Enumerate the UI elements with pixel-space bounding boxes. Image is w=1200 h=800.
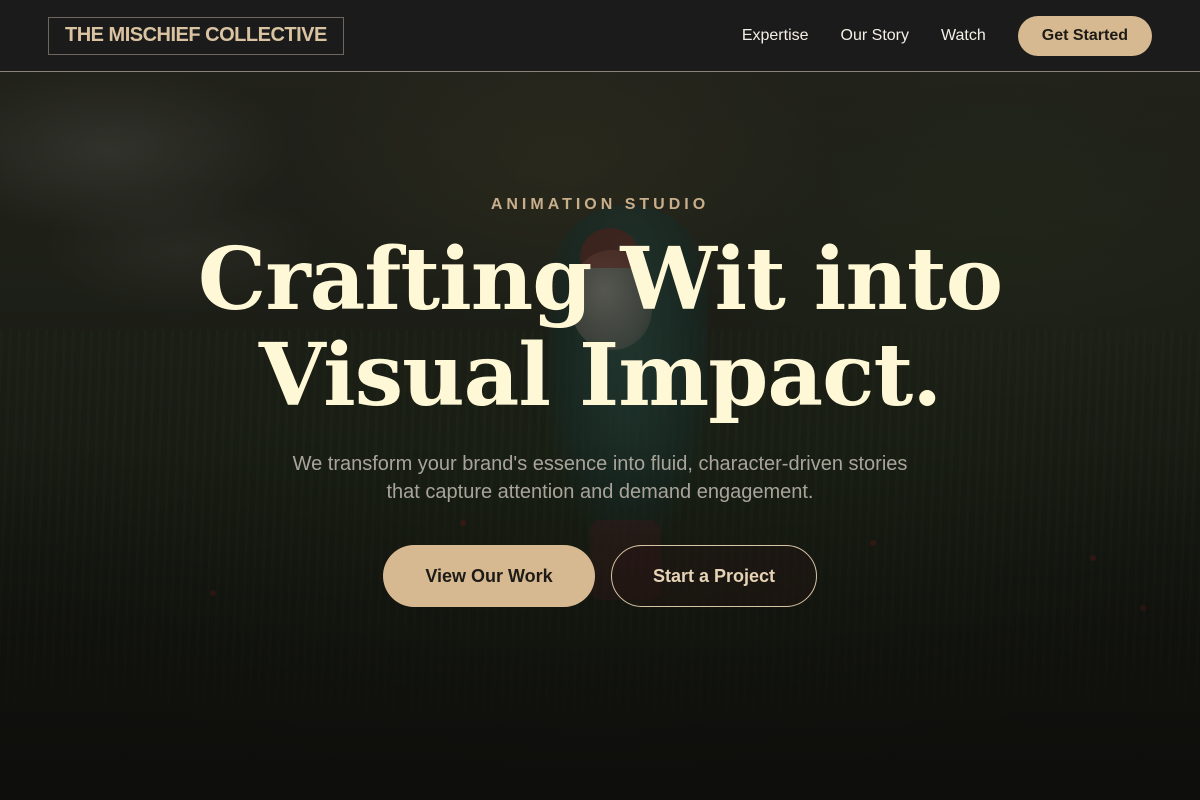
headline-line-2: Visual Impact.	[258, 325, 942, 426]
nav-link-expertise[interactable]: Expertise	[742, 27, 809, 45]
get-started-button[interactable]: Get Started	[1017, 15, 1152, 56]
start-a-project-button[interactable]: Start a Project	[611, 545, 817, 607]
hero-lead: We transform your brand's essence into f…	[250, 450, 950, 506]
nav-link-our-story[interactable]: Our Story	[841, 27, 909, 45]
view-our-work-button[interactable]: View Our Work	[383, 545, 595, 607]
main-nav: Expertise Our Story Watch Get Started	[742, 15, 1152, 56]
headline-line-1: Crafting Wit into	[197, 229, 1003, 330]
hero-section: ANIMATION STUDIO Crafting Wit into Visua…	[0, 72, 1200, 800]
hero-actions: View Our Work Start a Project	[0, 545, 1200, 607]
brand-logo[interactable]: THE MISCHIEF COLLECTIVE	[48, 16, 344, 55]
lead-line-1: We transform your brand's essence into f…	[292, 453, 908, 475]
nav-link-watch[interactable]: Watch	[941, 27, 986, 45]
lead-line-2: that capture attention and demand engage…	[386, 481, 814, 503]
hero-eyebrow: ANIMATION STUDIO	[490, 196, 710, 213]
hero-headline: Crafting Wit into Visual Impact.	[0, 232, 1200, 424]
site-header: THE MISCHIEF COLLECTIVE Expertise Our St…	[0, 0, 1200, 72]
